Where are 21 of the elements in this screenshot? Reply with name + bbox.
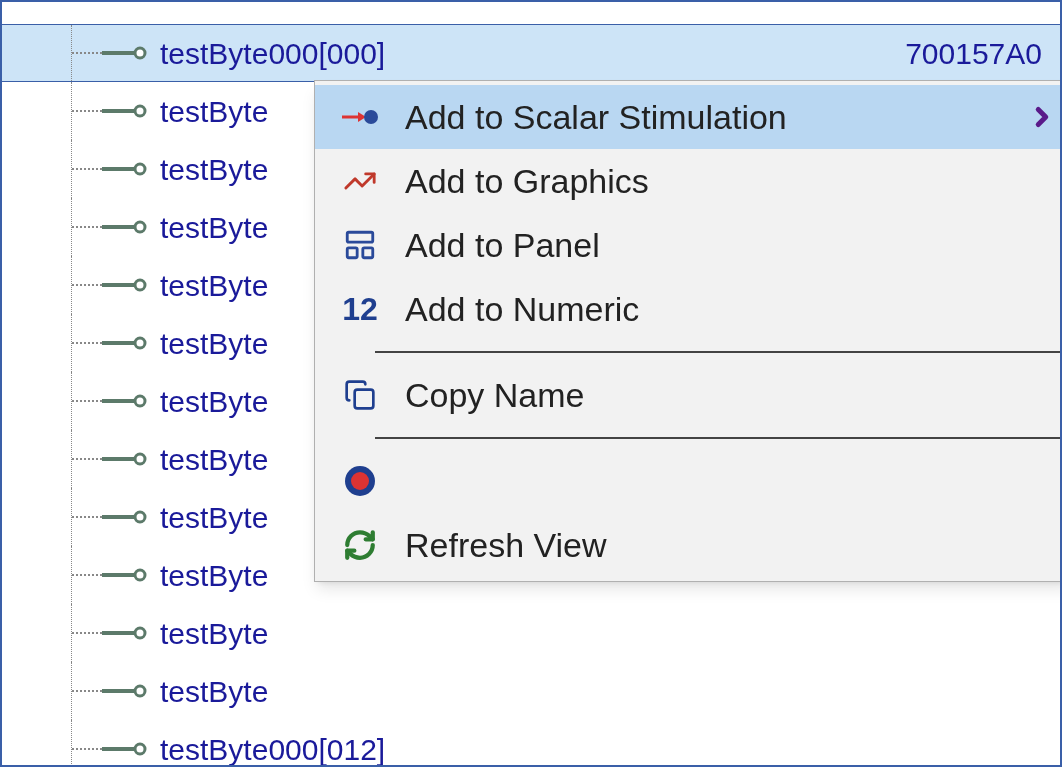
signal-name: testByte [160,383,269,420]
signal-name: testByte [160,209,269,246]
menu-label: Add to Scalar Stimulation [405,96,788,138]
signal-name: testByte [160,93,269,130]
signal-name: testByte [160,557,269,594]
menu-label: Add to Graphics [405,160,650,202]
signal-name: testByte000[000] [160,35,386,72]
menu-label: Refresh View [405,524,608,566]
signal-name: testByte [160,267,269,304]
menu-label: Add to Numeric [405,288,641,330]
signal-name: testByte [160,615,269,652]
signal-name: testByte [160,151,269,188]
menu-label: Add to Panel [405,224,601,266]
signal-name: testByte000[012] [160,731,386,765]
signal-name: testByte [160,441,269,478]
signal-name: testByte [160,325,269,362]
numeric-icon: 12 [342,293,378,325]
signal-name: testByte [160,499,269,536]
menu-label: Copy Name [405,374,586,416]
signal-name: testByte [160,673,269,710]
signal-value: 700157A0 [905,35,1042,72]
